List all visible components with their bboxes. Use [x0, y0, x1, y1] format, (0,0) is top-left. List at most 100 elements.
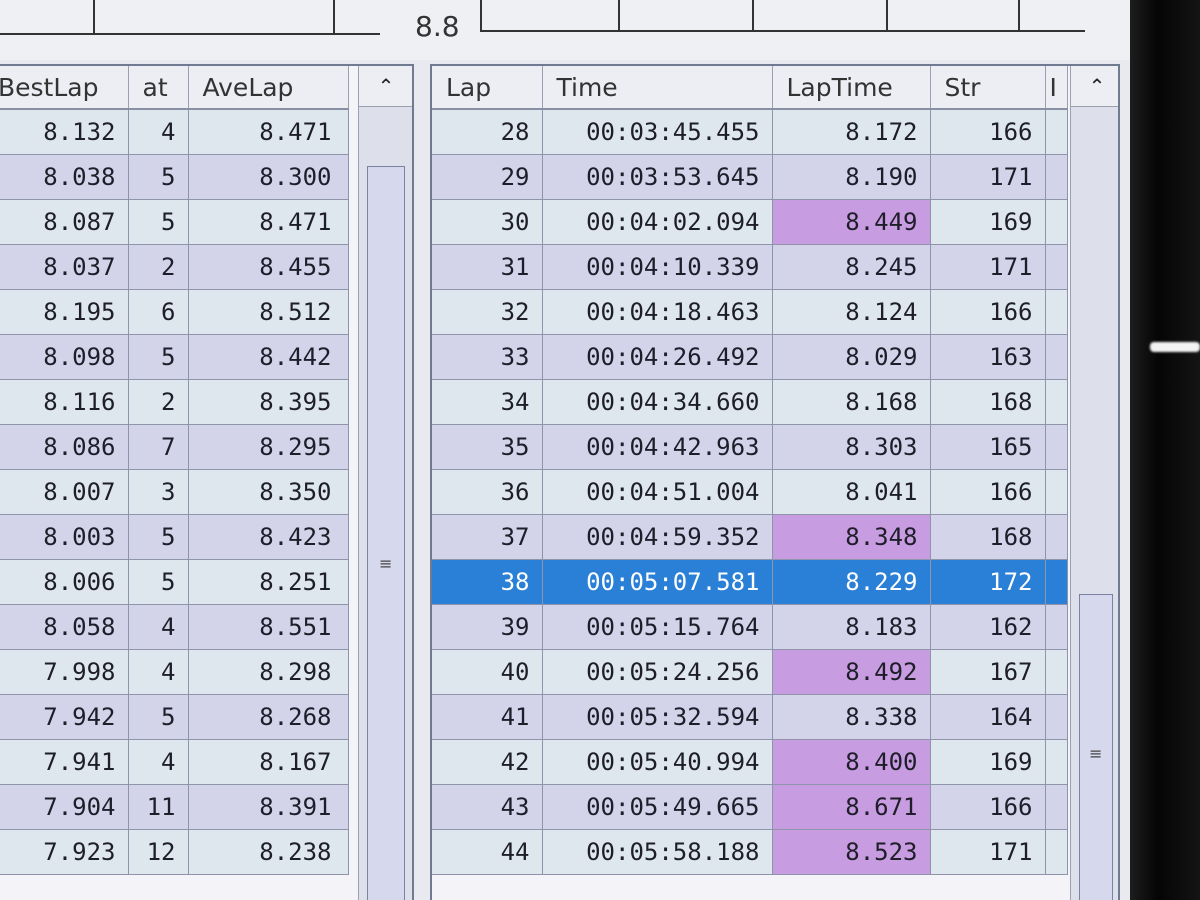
- table-row[interactable]: 8.007 3 8.350: [0, 469, 349, 515]
- str-cell: 166: [930, 289, 1046, 335]
- table-row[interactable]: 8.195 6 8.512: [0, 289, 349, 335]
- column-header-lap[interactable]: Lap: [432, 66, 543, 110]
- lap-detail-panel: Lap Time LapTime Str I 28 00:03:45.455 8.1…: [430, 64, 1120, 900]
- lap-cell: 29: [432, 154, 543, 200]
- extra-cell: [1045, 154, 1068, 200]
- table-row[interactable]: 41 00:05:32.594 8.338 164: [432, 694, 1068, 740]
- bestlap-cell: 8.195: [0, 289, 129, 335]
- column-header-extra[interactable]: I: [1045, 66, 1068, 110]
- table-row[interactable]: 42 00:05:40.994 8.400 169: [432, 739, 1068, 785]
- table-row[interactable]: 34 00:04:34.660 8.168 168: [432, 379, 1068, 425]
- time-cell: 00:03:53.645: [542, 154, 773, 200]
- table-row[interactable]: 39 00:05:15.764 8.183 162: [432, 604, 1068, 650]
- light-reflection: [1150, 342, 1200, 352]
- time-cell: 00:05:58.188: [542, 829, 773, 875]
- str-cell: 166: [930, 469, 1046, 515]
- scroll-up-button[interactable]: ⌃: [359, 66, 412, 107]
- table-row[interactable]: 30 00:04:02.094 8.449 169: [432, 199, 1068, 245]
- avelap-cell: 8.268: [188, 694, 349, 740]
- column-header-at[interactable]: at: [128, 66, 189, 110]
- avelap-cell: 8.251: [188, 559, 349, 605]
- table-row[interactable]: 32 00:04:18.463 8.124 166: [432, 289, 1068, 335]
- at-cell: 5: [128, 199, 189, 245]
- bestlap-cell: 8.007: [0, 469, 129, 515]
- selected-table-row[interactable]: 38 00:05:07.581 8.229 172: [432, 559, 1068, 605]
- bestlap-cell: 8.006: [0, 559, 129, 605]
- str-cell: 163: [930, 334, 1046, 380]
- grip-lines-icon: ≡: [1089, 744, 1103, 763]
- time-cell: 00:04:51.004: [542, 469, 773, 515]
- graph-line: [480, 30, 1085, 32]
- time-cell: 00:04:18.463: [542, 289, 773, 335]
- time-cell: 00:04:34.660: [542, 379, 773, 425]
- laptime-cell: 8.029: [772, 334, 931, 380]
- table-row[interactable]: 7.998 4 8.298: [0, 649, 349, 695]
- table-row[interactable]: 31 00:04:10.339 8.245 171: [432, 244, 1068, 290]
- table-row[interactable]: 8.086 7 8.295: [0, 424, 349, 470]
- at-cell: 4: [128, 109, 189, 155]
- bestlap-cell: 8.086: [0, 424, 129, 470]
- table-row[interactable]: 8.087 5 8.471: [0, 199, 349, 245]
- column-header-avelap[interactable]: AveLap: [188, 66, 349, 110]
- table-row[interactable]: 33 00:04:26.492 8.029 163: [432, 334, 1068, 380]
- table-row[interactable]: 44 00:05:58.188 8.523 171: [432, 829, 1068, 875]
- table-row[interactable]: 8.116 2 8.395: [0, 379, 349, 425]
- avelap-cell: 8.423: [188, 514, 349, 560]
- str-cell: 166: [930, 784, 1046, 830]
- column-header-time[interactable]: Time: [542, 66, 773, 110]
- table-row[interactable]: 28 00:03:45.455 8.172 166: [432, 109, 1068, 155]
- str-cell: 169: [930, 199, 1046, 245]
- table-row[interactable]: 8.003 5 8.423: [0, 514, 349, 560]
- table-row[interactable]: 8.037 2 8.455: [0, 244, 349, 290]
- table-row[interactable]: 37 00:04:59.352 8.348 168: [432, 514, 1068, 560]
- column-header-bestlap[interactable]: BestLap: [0, 66, 129, 110]
- extra-cell: [1045, 469, 1068, 515]
- table-row[interactable]: 8.098 5 8.442: [0, 334, 349, 380]
- laptime-cell: 8.400: [772, 739, 931, 785]
- avelap-cell: 8.167: [188, 739, 349, 785]
- extra-cell: [1045, 514, 1068, 560]
- table-row[interactable]: 29 00:03:53.645 8.190 171: [432, 154, 1068, 200]
- at-cell: 6: [128, 289, 189, 335]
- column-header-laptime[interactable]: LapTime: [772, 66, 931, 110]
- graph-tick: [93, 0, 95, 33]
- str-cell: 166: [930, 109, 1046, 155]
- column-header-str[interactable]: Str: [930, 66, 1046, 110]
- table-row[interactable]: 8.058 4 8.551: [0, 604, 349, 650]
- table-row[interactable]: 40 00:05:24.256 8.492 167: [432, 649, 1068, 695]
- table-row[interactable]: 43 00:05:49.665 8.671 166: [432, 784, 1068, 830]
- extra-cell: [1045, 244, 1068, 290]
- lap-cell: 30: [432, 199, 543, 245]
- time-cell: 00:03:45.455: [542, 109, 773, 155]
- left-scrollbar[interactable]: ⌃ ≡: [358, 66, 412, 900]
- lap-cell: 38: [432, 559, 543, 605]
- scroll-thumb[interactable]: [367, 166, 405, 900]
- bestlap-cell: 8.087: [0, 199, 129, 245]
- avelap-cell: 8.238: [188, 829, 349, 875]
- right-scrollbar[interactable]: ⌃ ≡: [1070, 66, 1118, 900]
- table-row[interactable]: 8.038 5 8.300: [0, 154, 349, 200]
- extra-cell: [1045, 694, 1068, 740]
- driver-summary-table: BestLap at AveLap 8.132 4 8.471 8.038 5 8.300…: [0, 66, 349, 875]
- table-row[interactable]: 7.923 12 8.238: [0, 829, 349, 875]
- extra-cell: [1045, 559, 1068, 605]
- str-cell: 165: [930, 424, 1046, 470]
- table-row[interactable]: 7.941 4 8.167: [0, 739, 349, 785]
- str-cell: 169: [930, 739, 1046, 785]
- extra-cell: [1045, 109, 1068, 155]
- table-row[interactable]: 7.942 5 8.268: [0, 694, 349, 740]
- table-row[interactable]: 8.006 5 8.251: [0, 559, 349, 605]
- extra-cell: [1045, 784, 1068, 830]
- scroll-up-button[interactable]: ⌃: [1071, 66, 1118, 107]
- str-cell: 167: [930, 649, 1046, 695]
- laptime-cell: 8.303: [772, 424, 931, 470]
- extra-cell: [1045, 379, 1068, 425]
- lap-cell: 36: [432, 469, 543, 515]
- table-row[interactable]: 7.904 11 8.391: [0, 784, 349, 830]
- table-row[interactable]: 35 00:04:42.963 8.303 165: [432, 424, 1068, 470]
- lap-cell: 37: [432, 514, 543, 560]
- table-row[interactable]: 36 00:04:51.004 8.041 166: [432, 469, 1068, 515]
- table-row[interactable]: 8.132 4 8.471: [0, 109, 349, 155]
- str-cell: 171: [930, 154, 1046, 200]
- extra-cell: [1045, 649, 1068, 695]
